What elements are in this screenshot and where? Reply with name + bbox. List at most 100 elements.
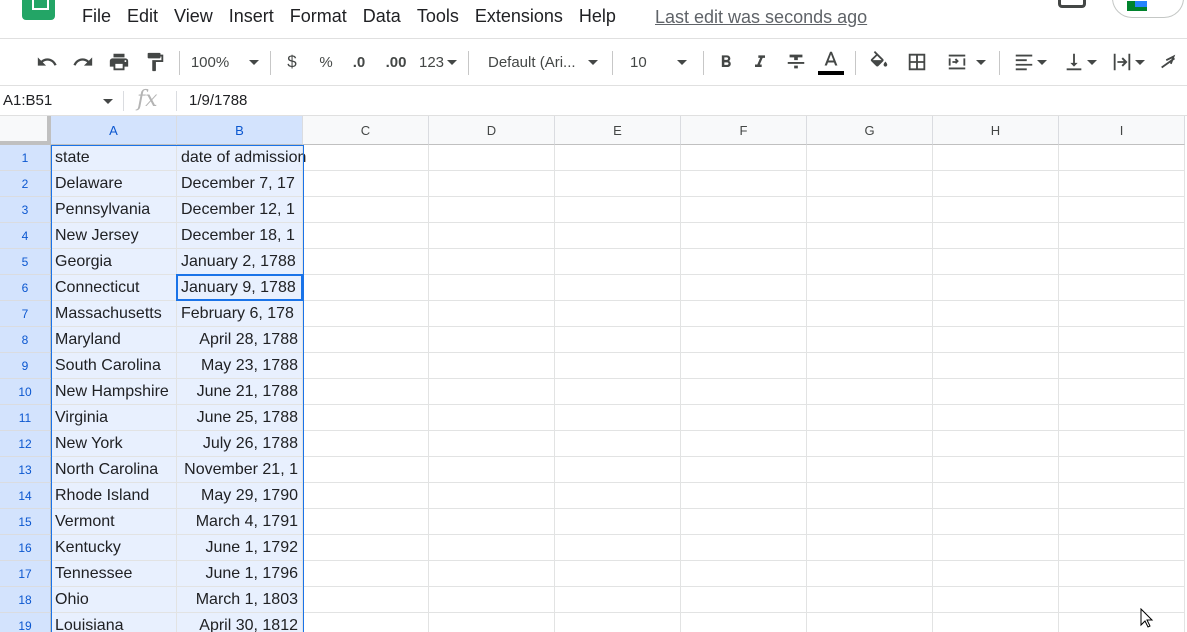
cell-empty[interactable] [807,379,933,405]
name-box[interactable]: A1:B51 [3,86,52,116]
cell-empty[interactable] [933,275,1059,301]
column-header-d[interactable]: D [429,116,555,145]
borders-button[interactable] [902,39,932,85]
row-header[interactable]: 15 [0,509,51,535]
cell-empty[interactable] [555,483,681,509]
cell-empty[interactable] [933,379,1059,405]
cell-empty[interactable] [303,171,429,197]
menu-file[interactable]: File [82,6,111,27]
cell-empty[interactable] [1059,197,1185,223]
cell-empty[interactable] [807,223,933,249]
cell-empty[interactable] [429,249,555,275]
cell-empty[interactable] [807,145,933,171]
cell-empty[interactable] [933,509,1059,535]
row-header[interactable]: 2 [0,171,51,197]
cell-empty[interactable] [555,275,681,301]
cell-a[interactable]: New Jersey [51,223,177,249]
cell-empty[interactable] [555,457,681,483]
cell-empty[interactable] [681,223,807,249]
cell-empty[interactable] [807,405,933,431]
cell-empty[interactable] [303,587,429,613]
cell-empty[interactable] [555,171,681,197]
cell-empty[interactable] [933,327,1059,353]
cell-empty[interactable] [303,483,429,509]
column-header-a[interactable]: A [51,116,177,145]
cell-empty[interactable] [303,457,429,483]
cell-a[interactable]: Virginia [51,405,177,431]
cell-empty[interactable] [807,327,933,353]
cell-b[interactable]: November 21, 1 [177,457,303,483]
row-header[interactable]: 9 [0,353,51,379]
cell-empty[interactable] [429,535,555,561]
menu-insert[interactable]: Insert [229,6,274,27]
cell-empty[interactable] [555,535,681,561]
row-header[interactable]: 19 [0,613,51,632]
cell-empty[interactable] [807,587,933,613]
cell-b[interactable]: February 6, 178 [177,301,303,327]
cell-empty[interactable] [1059,457,1185,483]
cell-empty[interactable] [933,353,1059,379]
row-header[interactable]: 6 [0,275,51,301]
cell-b[interactable]: June 1, 1792 [177,535,303,561]
cell-empty[interactable] [429,613,555,632]
cell-empty[interactable] [933,249,1059,275]
menu-data[interactable]: Data [363,6,401,27]
row-header[interactable]: 16 [0,535,51,561]
decrease-decimal-button[interactable]: .0 [344,39,374,85]
cell-a[interactable]: Pennsylvania [51,197,177,223]
cell-empty[interactable] [303,561,429,587]
menu-extensions[interactable]: Extensions [475,6,563,27]
cell-empty[interactable] [933,431,1059,457]
row-header[interactable]: 11 [0,405,51,431]
cell-empty[interactable] [555,613,681,632]
merge-cells-button[interactable] [940,39,992,85]
select-all-corner[interactable] [0,116,51,145]
cell-empty[interactable] [1059,587,1185,613]
cell-empty[interactable] [555,223,681,249]
cell-empty[interactable] [933,457,1059,483]
row-header[interactable]: 14 [0,483,51,509]
cell-empty[interactable] [807,535,933,561]
cell-a[interactable]: Kentucky [51,535,177,561]
cell-empty[interactable] [1059,379,1185,405]
cell-empty[interactable] [429,509,555,535]
cell-a[interactable]: Massachusetts [51,301,177,327]
cell-empty[interactable] [1059,327,1185,353]
cell-a[interactable]: Vermont [51,509,177,535]
cell-empty[interactable] [933,197,1059,223]
cell-empty[interactable] [303,145,429,171]
text-color-button[interactable] [816,39,846,85]
vertical-align-button[interactable] [1058,39,1102,85]
cell-a[interactable]: Connecticut [51,275,177,301]
column-header-h[interactable]: H [933,116,1059,145]
cell-a[interactable]: Tennessee [51,561,177,587]
cell-empty[interactable] [429,405,555,431]
cell-empty[interactable] [1059,301,1185,327]
bold-button[interactable] [712,39,740,85]
cell-empty[interactable] [933,483,1059,509]
cell-empty[interactable] [807,431,933,457]
cell-a[interactable]: state [51,145,177,171]
cell-empty[interactable] [429,353,555,379]
cell-b[interactable]: March 4, 1791 [177,509,303,535]
cell-b[interactable]: December 18, 1 [177,223,303,249]
cell-a[interactable]: Ohio [51,587,177,613]
row-header[interactable]: 12 [0,431,51,457]
row-header[interactable]: 4 [0,223,51,249]
cell-b[interactable]: May 29, 1790 [177,483,303,509]
cell-empty[interactable] [1059,431,1185,457]
cell-empty[interactable] [807,171,933,197]
text-wrapping-button[interactable] [1106,39,1150,85]
cell-b[interactable]: March 1, 1803 [177,587,303,613]
cell-empty[interactable] [303,223,429,249]
row-header[interactable]: 1 [0,145,51,171]
cell-empty[interactable] [429,327,555,353]
cell-empty[interactable] [1059,223,1185,249]
cell-b[interactable]: December 7, 17 [177,171,303,197]
cell-empty[interactable] [429,483,555,509]
cell-b[interactable]: June 1, 1796 [177,561,303,587]
cell-empty[interactable] [933,223,1059,249]
cell-empty[interactable] [1059,145,1185,171]
cell-b[interactable]: December 12, 1 [177,197,303,223]
cell-empty[interactable] [303,431,429,457]
